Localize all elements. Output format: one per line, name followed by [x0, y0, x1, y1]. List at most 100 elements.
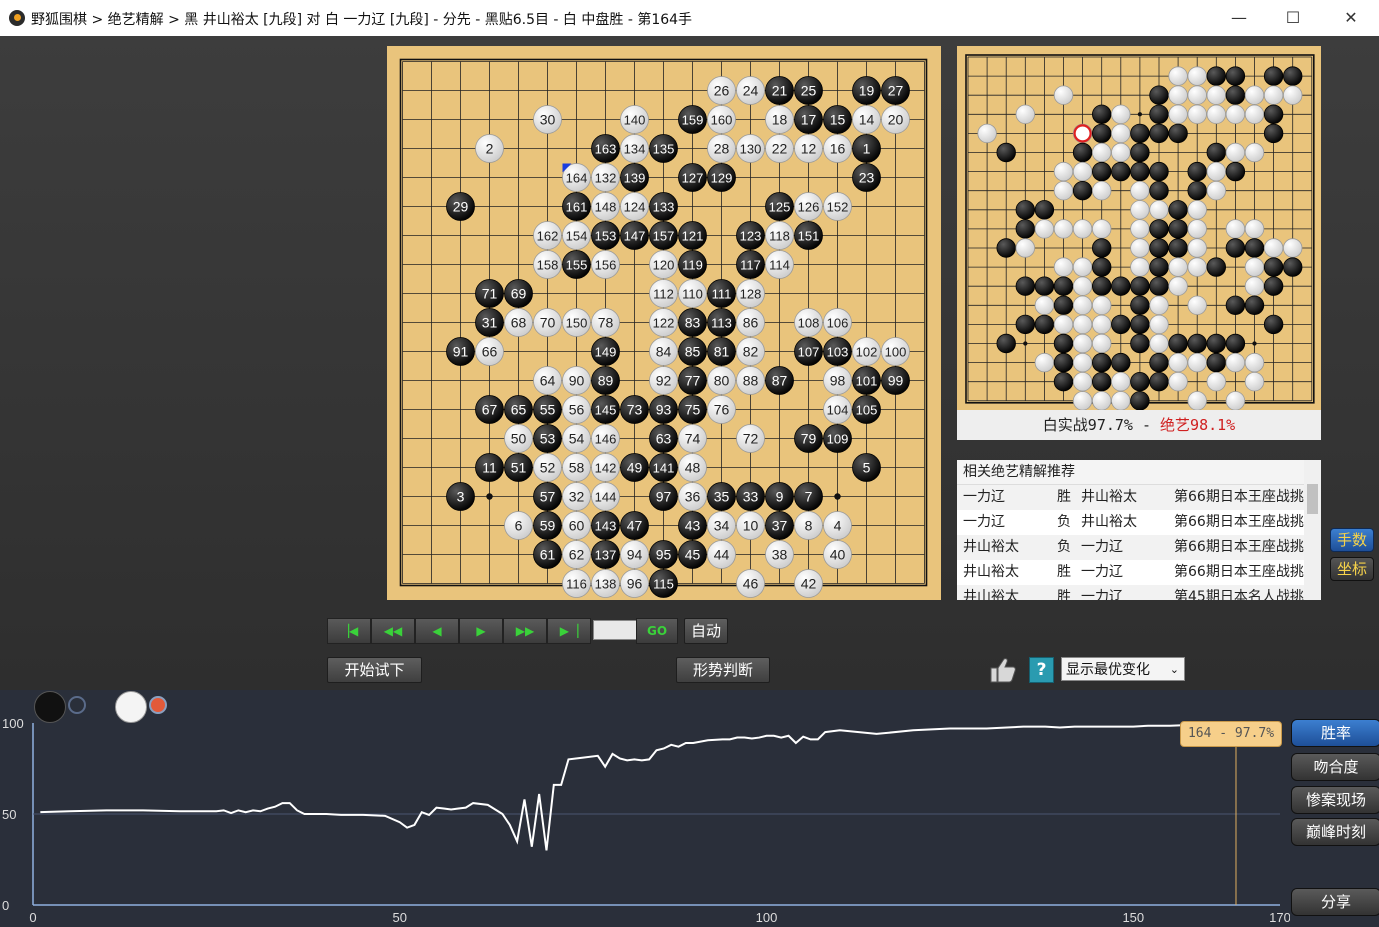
variation-stone: [1263, 257, 1284, 277]
variation-board-svg[interactable]: [957, 46, 1321, 410]
move-number-input[interactable]: [593, 620, 637, 640]
first-move-button[interactable]: ▕◀: [327, 618, 371, 644]
show-move-numbers-button[interactable]: 手数: [1330, 528, 1374, 552]
variation-stone: [1206, 352, 1226, 373]
variation-mode-select[interactable]: 显示最优变化 ⌄: [1061, 657, 1185, 681]
variation-stone: [1072, 219, 1093, 239]
board-stone: 121: [678, 221, 707, 250]
board-stone: 1: [852, 134, 881, 163]
variation-stone: [1149, 238, 1169, 258]
move-number-label: 60: [569, 518, 585, 534]
share-button[interactable]: 分享: [1291, 888, 1379, 916]
board-stone: 107: [794, 337, 823, 366]
maximize-button[interactable]: ☐: [1278, 6, 1308, 30]
move-number-label: 54: [569, 431, 585, 447]
y-tick-label: 100: [2, 716, 24, 731]
variation-board[interactable]: [957, 46, 1321, 410]
related-scrollbar[interactable]: [1304, 460, 1321, 600]
board-stone: 90: [562, 366, 591, 395]
variation-stone: [1091, 352, 1112, 373]
variation-stone: [1244, 219, 1265, 239]
variation-stone: [1034, 295, 1055, 315]
board-stone: 57: [533, 482, 562, 511]
variation-stone: [1091, 161, 1112, 182]
last-move-button[interactable]: ▶▕: [547, 618, 591, 644]
related-res: 负: [1057, 539, 1071, 555]
variation-stone: [1225, 66, 1246, 86]
scrollbar-thumb[interactable]: [1307, 484, 1318, 514]
related-game-row[interactable]: 井山裕太 胜一力辽 第66期日本王座战挑: [957, 560, 1321, 585]
variation-stone: [1225, 219, 1246, 239]
move-number-label: 127: [682, 171, 704, 186]
variation-stone: [1072, 142, 1093, 163]
board-stone: 109: [823, 424, 852, 453]
related-game-row[interactable]: 一力辽 胜井山裕太 第66期日本王座战挑: [957, 485, 1321, 510]
related-game-row[interactable]: 井山裕太 负一力辽 第66期日本王座战挑: [957, 535, 1321, 560]
related-game-row[interactable]: 一力辽 负井山裕太 第66期日本王座战挑: [957, 510, 1321, 535]
board-stone: 38: [765, 540, 794, 569]
next-move-button[interactable]: ▶: [459, 618, 503, 644]
board-stone: 34: [707, 511, 736, 540]
back-ten-button[interactable]: ◀◀: [371, 618, 415, 644]
related-p2: 井山裕太: [1081, 514, 1137, 530]
variation-stone: [1225, 352, 1246, 373]
move-number-label: 149: [595, 345, 617, 360]
board-stone: 108: [794, 308, 823, 337]
board-stone: 94: [620, 540, 649, 569]
help-button[interactable]: ?: [1029, 657, 1054, 683]
variation-stone: [1187, 391, 1207, 410]
board-stone: 142: [591, 453, 620, 482]
board-stone: 66: [475, 337, 504, 366]
move-number-label: 57: [540, 489, 556, 505]
board-stone: 162: [533, 221, 562, 250]
variation-stone: [1187, 333, 1207, 354]
move-number-label: 148: [595, 200, 617, 215]
variation-stone: [1283, 238, 1303, 258]
board-stone: 138: [591, 569, 620, 598]
go-board[interactable]: 26 24 21 25 19 27 30 140 159 160 18 17 15 14 20 2 163 134…: [387, 46, 941, 600]
variation-stone: [1244, 257, 1265, 277]
board-stone: 99: [881, 366, 910, 395]
variation-stone: [1053, 295, 1074, 315]
tab-winrate[interactable]: 胜率: [1291, 719, 1379, 747]
related-event: 第66期日本王座战挑: [1174, 564, 1304, 580]
move-number-label: 50: [511, 431, 527, 447]
move-number-label: 125: [769, 200, 791, 215]
board-stone: 92: [649, 366, 678, 395]
move-number-label: 70: [540, 315, 556, 331]
move-number-label: 66: [482, 344, 498, 360]
forward-ten-button[interactable]: ▶▶: [503, 618, 547, 644]
position-judge-button[interactable]: 形势判断: [676, 657, 770, 683]
close-button[interactable]: ✕: [1336, 6, 1366, 30]
variation-stone: [1034, 314, 1055, 335]
app-logo-icon: [9, 10, 25, 26]
winrate-line-chart[interactable]: 0 50 100 0 50 100 150 170: [0, 690, 1290, 927]
board-stone: 58: [562, 453, 591, 482]
variation-stone: [1225, 391, 1246, 410]
move-number-label: 79: [801, 431, 817, 447]
variation-stone: [1072, 333, 1093, 354]
tab-peak-moments[interactable]: 巅峰时刻: [1291, 818, 1379, 846]
tab-blunders[interactable]: 惨案现场: [1291, 786, 1379, 814]
board-stone: 70: [533, 308, 562, 337]
tab-match-rate[interactable]: 吻合度: [1291, 753, 1379, 781]
variation-stone: [1225, 142, 1246, 163]
move-number-label: 84: [656, 344, 672, 360]
go-board-svg[interactable]: 26 24 21 25 19 2730 140 159 160 18 17 15 14 202 163 134…: [387, 46, 941, 600]
auto-play-button[interactable]: 自动: [684, 618, 728, 644]
board-stone: 26: [707, 76, 736, 105]
move-number-label: 32: [569, 489, 585, 505]
try-moves-button[interactable]: 开始试下: [327, 657, 422, 683]
thumbs-up-icon[interactable]: [988, 656, 1018, 684]
prev-move-button[interactable]: ◀: [415, 618, 459, 644]
go-button[interactable]: GO: [636, 618, 678, 644]
variation-stone: [1111, 123, 1131, 144]
show-coordinates-button[interactable]: 坐标: [1330, 557, 1374, 581]
variation-stone: [1130, 257, 1150, 277]
board-stone: 86: [736, 308, 765, 337]
move-number-label: 95: [656, 547, 672, 563]
related-game-row[interactable]: 井山裕太 胜一力辽 第45期日本名人战挑: [957, 585, 1321, 600]
minimize-button[interactable]: —: [1224, 6, 1254, 30]
board-stone: 19: [852, 76, 881, 105]
variation-stone: [1092, 391, 1112, 410]
